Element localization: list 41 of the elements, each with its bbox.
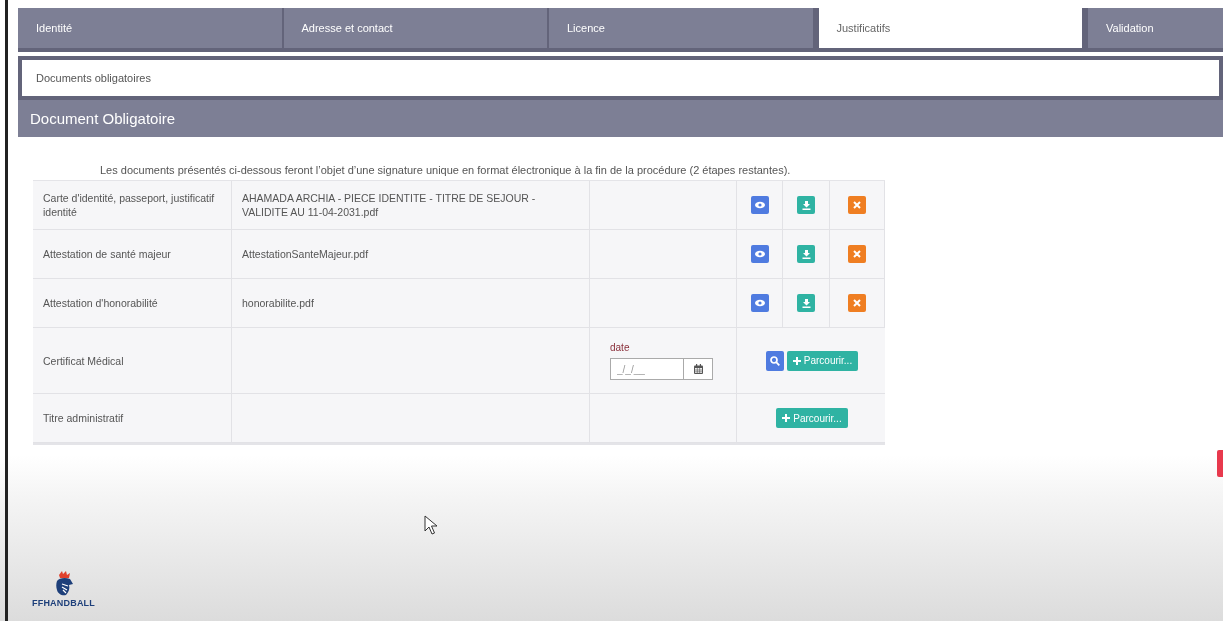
download-button[interactable]: [797, 245, 815, 263]
browse-button[interactable]: Parcourir...: [786, 350, 859, 371]
delete-button[interactable]: [848, 245, 866, 263]
info-text: Les documents présentés ci-dessous feront l’objet d’une signature unique en format électronique à la fin de la procédure (2 étapes restantes).: [100, 164, 792, 176]
view-button[interactable]: [750, 245, 769, 263]
download-icon: [801, 249, 811, 259]
logo-text: FFHANDBALL: [32, 598, 95, 608]
date-field[interactable]: _/_/__: [610, 358, 684, 380]
search-button[interactable]: [765, 350, 784, 371]
table-cell: Certificat Médical: [33, 328, 232, 394]
table-cell: honorabilite.pdf: [232, 279, 590, 328]
plus-icon: [782, 414, 791, 422]
eye-icon: [754, 201, 765, 209]
calendar-icon: [693, 364, 703, 374]
panel-header: Document Obligatoire: [18, 100, 1223, 137]
plus-icon: [792, 356, 801, 365]
table-cell: Attestation de santé majeur: [33, 230, 232, 279]
delete-button[interactable]: [848, 294, 866, 312]
field-label: date: [610, 341, 630, 355]
eye-icon: [754, 299, 765, 307]
table-cell: AHAMADA ARCHIA - PIECE IDENTITE - TITRE DE SEJOUR -VALIDITE AU 11-04-2031.pdf: [232, 181, 590, 230]
close-icon: [853, 299, 861, 307]
download-icon: [801, 298, 811, 308]
download-button[interactable]: [797, 294, 815, 312]
close-icon: [853, 201, 861, 209]
table-cell: Attestation d'honorabilité: [33, 279, 232, 328]
section-tab[interactable]: Documents obligatoires: [18, 56, 1223, 100]
cursor-icon: [424, 515, 438, 535]
table-cell: Titre administratif: [33, 394, 232, 443]
table-cell: AttestationSanteMajeur.pdf: [232, 230, 590, 279]
download-icon: [801, 200, 811, 210]
browse-button[interactable]: Parcourir...: [776, 408, 848, 428]
eye-icon: [754, 250, 765, 258]
download-button[interactable]: [797, 196, 815, 214]
view-button[interactable]: [750, 196, 769, 214]
calendar-button[interactable]: [684, 358, 713, 380]
table-cell: Carte d'identité, passeport, justificatif identité: [33, 181, 232, 230]
delete-button[interactable]: [848, 196, 866, 214]
search-icon: [769, 355, 780, 366]
close-icon: [853, 250, 861, 258]
view-button[interactable]: [750, 294, 769, 312]
